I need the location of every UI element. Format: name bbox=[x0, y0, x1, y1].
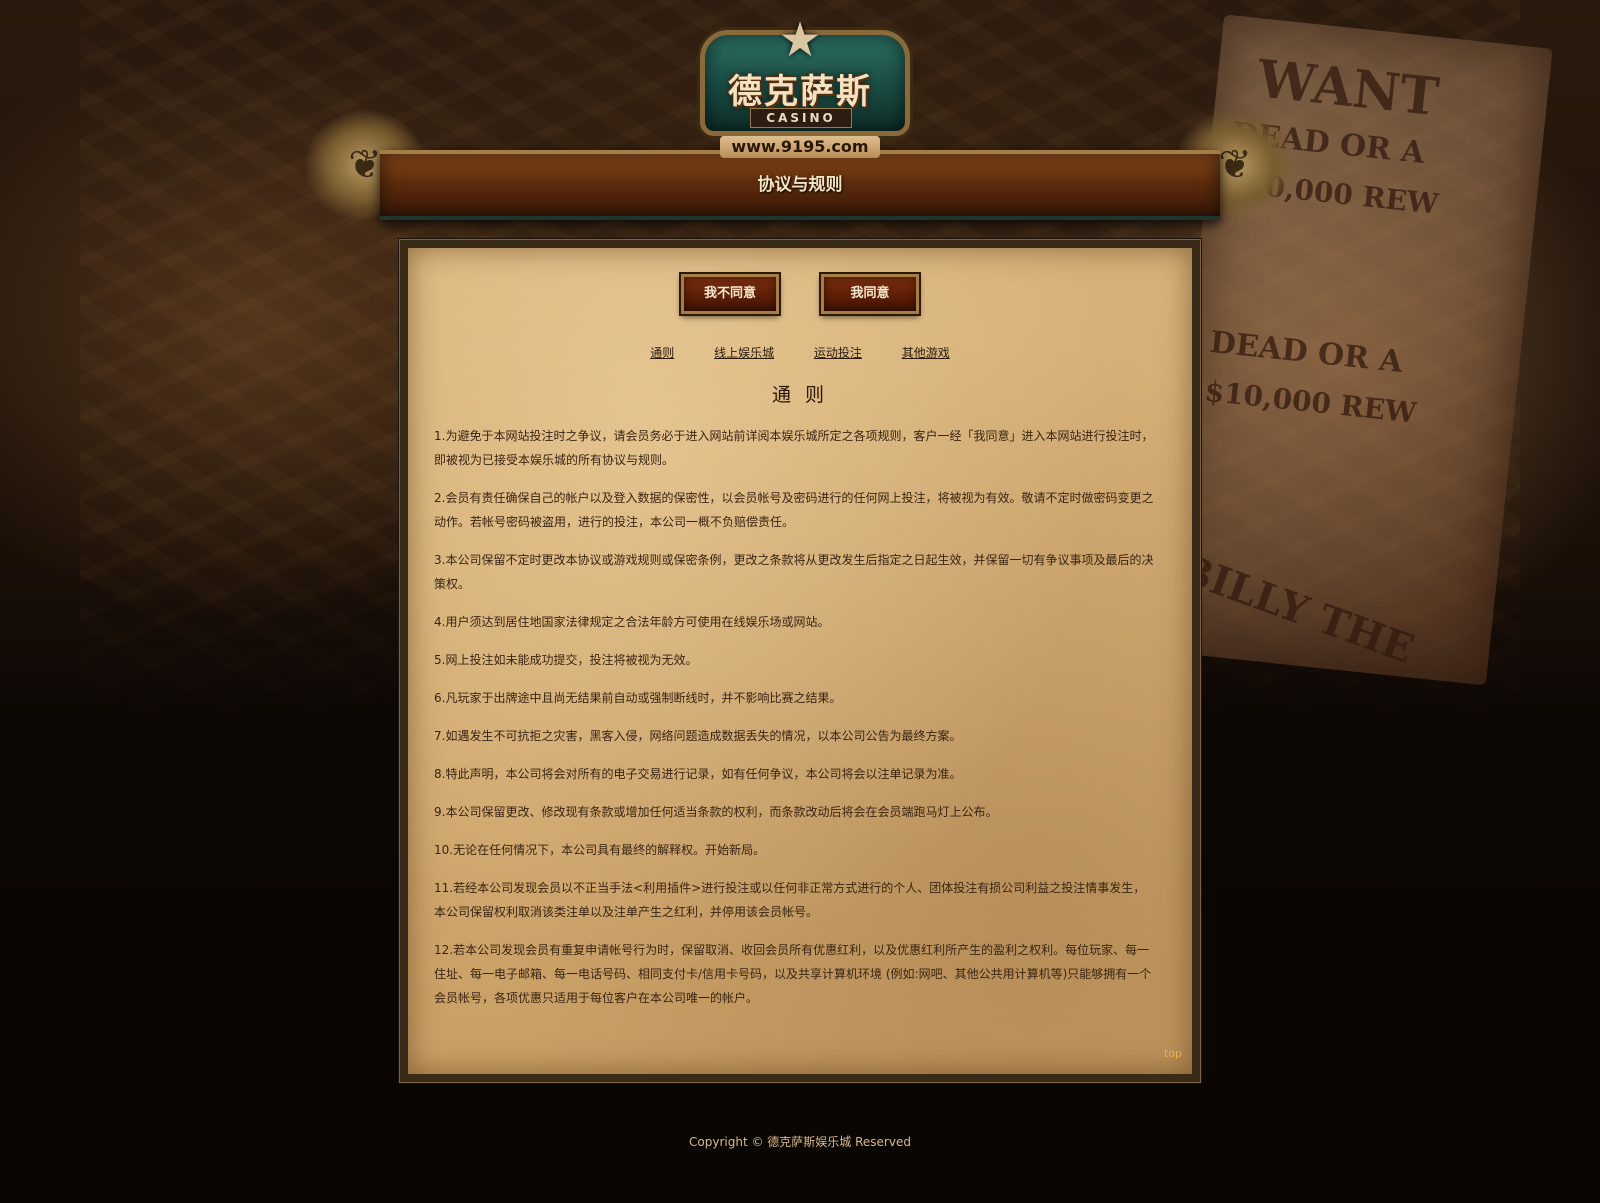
rule-item: 8.特此声明，本公司将会对所有的电子交易进行记录，如有任何争议，本公司将会以注单… bbox=[434, 767, 962, 781]
agree-button[interactable]: 我同意 bbox=[819, 272, 921, 316]
rule-item: 10.无论在任何情况下，本公司具有最终的解释权。开始新局。 bbox=[434, 843, 766, 857]
rule-item: 12.若本公司发现会员有重复申请帐号行为时，保留取消、收回会员所有优惠红利，以及… bbox=[434, 943, 1152, 1005]
rule-tabs: 通则 线上娱乐城 运动投注 其他游戏 bbox=[408, 344, 1192, 361]
section-title: 通 则 bbox=[771, 384, 829, 406]
title-bar: 协议与规则 bbox=[380, 150, 1220, 220]
logo-subtitle: CASINO bbox=[750, 108, 852, 128]
rule-item: 9.本公司保留更改、修改现有条款或增加任何适当条款的权利，而条款改动后将会在会员… bbox=[434, 805, 998, 819]
rules-list: 1.为避免于本网站投注时之争议，请会员务必于进入网站前详阅本娱乐城所定之各项规则… bbox=[434, 424, 1154, 1024]
rule-item: 11.若经本公司发现会员以不正当手法<利用插件>进行投注或以任何非正常方式进行的… bbox=[434, 881, 1146, 919]
rule-item: 4.用户须达到居住地国家法律规定之合法年龄方可使用在线娱乐场或网站。 bbox=[434, 615, 830, 629]
rule-item: 2.会员有责任确保自己的帐户以及登入数据的保密性，以会员帐号及密码进行的任何网上… bbox=[434, 491, 1154, 529]
page-title: 协议与规则 bbox=[757, 175, 843, 195]
tab-sports-betting[interactable]: 运动投注 bbox=[814, 344, 862, 361]
rule-item: 6.凡玩家于出牌途中且尚无结果前自动或强制断线时，并不影响比赛之结果。 bbox=[434, 691, 842, 705]
logo-title: 德克萨斯 bbox=[728, 72, 872, 112]
poster-text-4: DEAD OR A bbox=[1208, 324, 1405, 380]
star-icon: ★ bbox=[778, 12, 822, 68]
rule-item: 5.网上投注如未能成功提交，投注将被视为无效。 bbox=[434, 653, 698, 667]
back-to-top-link[interactable]: top bbox=[1164, 1047, 1182, 1060]
poster-text-6: BILLY THE bbox=[1172, 544, 1420, 674]
rule-item: 1.为避免于本网站投注时之争议，请会员务必于进入网站前详阅本娱乐城所定之各项规则… bbox=[434, 429, 1154, 467]
agreement-panel: 我不同意 我同意 通则 线上娱乐城 运动投注 其他游戏 通 则 1.为避免于本网… bbox=[399, 239, 1201, 1083]
page: WANT DEAD OR A $10,000 REW DEAD OR A $10… bbox=[0, 0, 1600, 1203]
casino-logo: ★ 德克萨斯 CASINO www.9195.com bbox=[660, 12, 940, 158]
rule-item: 7.如遇发生不可抗拒之灾害，黑客入侵，网络问题造成数据丢失的情况，以本公司公告为… bbox=[434, 729, 962, 743]
tab-online-casino[interactable]: 线上娱乐城 bbox=[714, 344, 774, 361]
tab-general[interactable]: 通则 bbox=[650, 344, 674, 361]
poster-text-5: $10,000 REW bbox=[1203, 374, 1418, 430]
disagree-button[interactable]: 我不同意 bbox=[679, 272, 781, 316]
copyright: Copyright © 德克萨斯娱乐城 Reserved bbox=[689, 1135, 911, 1149]
rule-item: 3.本公司保留不定时更改本协议或游戏规则或保密条例，更改之条款将从更改发生后指定… bbox=[434, 553, 1154, 591]
tab-other-games[interactable]: 其他游戏 bbox=[902, 344, 950, 361]
logo-url: www.9195.com bbox=[720, 136, 880, 158]
poster-text-1: WANT bbox=[1254, 48, 1442, 129]
